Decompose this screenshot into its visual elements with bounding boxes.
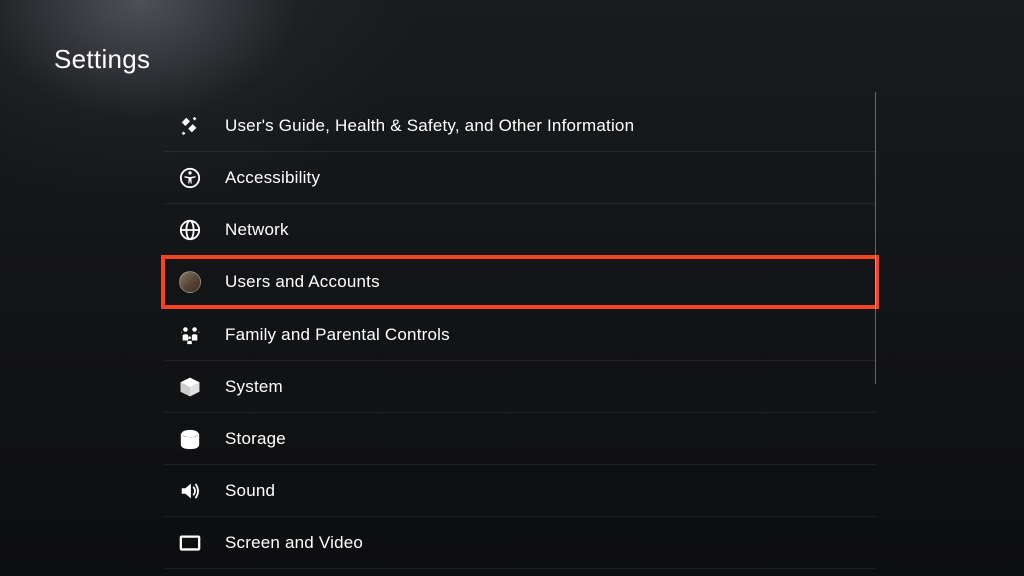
menu-item-users[interactable]: Users and Accounts bbox=[161, 255, 879, 309]
accessibility-icon bbox=[177, 165, 203, 191]
scrollbar[interactable] bbox=[875, 92, 876, 384]
globe-icon bbox=[177, 217, 203, 243]
menu-item-label: Storage bbox=[225, 429, 286, 449]
menu-item-label: Sound bbox=[225, 481, 275, 501]
menu-item-guide[interactable]: User's Guide, Health & Safety, and Other… bbox=[165, 100, 875, 152]
menu-item-network[interactable]: Network bbox=[165, 204, 875, 256]
screen-icon bbox=[177, 530, 203, 556]
menu-item-sound[interactable]: Sound bbox=[165, 465, 875, 517]
menu-item-screen[interactable]: Screen and Video bbox=[165, 517, 875, 569]
menu-item-accessibility[interactable]: Accessibility bbox=[165, 152, 875, 204]
menu-item-label: System bbox=[225, 377, 283, 397]
menu-item-label: User's Guide, Health & Safety, and Other… bbox=[225, 116, 634, 136]
menu-item-label: Screen and Video bbox=[225, 533, 363, 553]
avatar-icon bbox=[177, 269, 203, 295]
guide-icon bbox=[177, 113, 203, 139]
storage-icon bbox=[177, 426, 203, 452]
menu-item-family[interactable]: Family and Parental Controls bbox=[165, 309, 875, 361]
settings-menu: User's Guide, Health & Safety, and Other… bbox=[165, 100, 875, 569]
menu-item-label: Users and Accounts bbox=[225, 272, 380, 292]
speaker-icon bbox=[177, 478, 203, 504]
menu-item-label: Family and Parental Controls bbox=[225, 325, 450, 345]
page-title: Settings bbox=[54, 44, 150, 75]
cube-icon bbox=[177, 374, 203, 400]
menu-item-label: Accessibility bbox=[225, 168, 320, 188]
family-icon bbox=[177, 322, 203, 348]
menu-item-system[interactable]: System bbox=[165, 361, 875, 413]
menu-item-storage[interactable]: Storage bbox=[165, 413, 875, 465]
menu-item-label: Network bbox=[225, 220, 289, 240]
